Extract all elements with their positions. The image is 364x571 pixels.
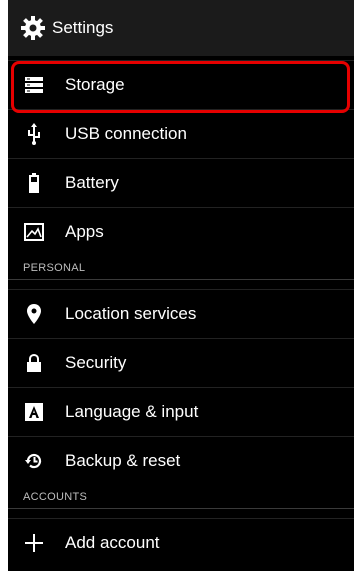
menu-item-label: Storage [65, 75, 125, 94]
menu-item-battery[interactable]: Battery [8, 158, 354, 207]
menu-item-label: Apps [65, 222, 104, 241]
language-icon [23, 401, 45, 423]
menu-item-label: Security [65, 353, 127, 372]
menu-item-storage[interactable]: Storage [8, 60, 354, 109]
apps-icon [23, 221, 45, 243]
section-header-personal: PERSONAL [8, 256, 354, 280]
menu-item-backup-reset[interactable]: Backup & reset [8, 436, 354, 485]
menu-item-label: Battery [65, 173, 119, 192]
menu-item-location-services[interactable]: Location services [8, 289, 354, 338]
usb-icon [23, 123, 45, 145]
section-header-accounts: ACCOUNTS [8, 485, 354, 509]
page-title: Settings [52, 18, 114, 37]
action-bar: Settings [8, 0, 354, 56]
add-icon [23, 532, 45, 554]
gear-icon[interactable] [20, 15, 46, 41]
menu-item-security[interactable]: Security [8, 338, 354, 387]
menu-item-label: USB connection [65, 124, 187, 143]
lock-icon [23, 352, 45, 374]
menu-item-label: Location services [65, 304, 197, 323]
menu-item-add-account[interactable]: Add account [8, 518, 354, 567]
menu-item-label: Add account [65, 533, 160, 552]
settings-screen: Settings Storage USB connection Battery … [8, 0, 354, 571]
menu-item-label: Backup & reset [65, 451, 181, 470]
menu-item-usb-connection[interactable]: USB connection [8, 109, 354, 158]
section-label: ACCOUNTS [23, 491, 88, 503]
menu-item-apps[interactable]: Apps [8, 207, 354, 256]
menu-item-language-input[interactable]: Language & input [8, 387, 354, 436]
section-label: PERSONAL [23, 262, 86, 274]
backup-icon [23, 450, 45, 472]
storage-icon [23, 74, 45, 96]
battery-icon [23, 172, 45, 194]
location-icon [23, 303, 45, 325]
menu-item-label: Language & input [65, 402, 199, 421]
